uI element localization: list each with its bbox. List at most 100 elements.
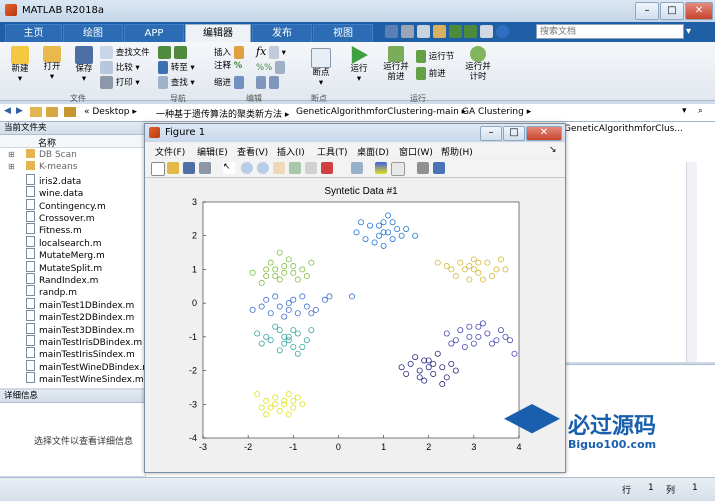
name-column-header[interactable]: 名称 — [0, 135, 145, 149]
file-list-item[interactable]: ⊞ DB Scan — [0, 149, 145, 161]
save-button[interactable]: 保存 ▾ — [70, 46, 98, 84]
indent-tools[interactable] — [256, 76, 296, 89]
menu-window[interactable]: 窗口(W) — [399, 145, 433, 158]
menu-tools[interactable]: 工具(T) — [317, 145, 348, 158]
compare-button[interactable]: 比较 ▾ — [100, 61, 152, 74]
copy-quick-icon[interactable] — [416, 25, 430, 38]
close-button[interactable]: ✕ — [685, 2, 713, 20]
edit-tools[interactable]: %% — [256, 61, 296, 74]
paste-quick-icon[interactable] — [432, 25, 446, 38]
root-folder-icon[interactable] — [64, 107, 76, 117]
file-list-item[interactable]: RandIndex.m — [0, 273, 145, 286]
file-list-item[interactable]: Fitness.m — [0, 223, 145, 236]
colorbar-icon[interactable] — [375, 162, 387, 174]
pan-icon[interactable] — [273, 162, 285, 174]
legend-icon[interactable] — [391, 162, 405, 176]
file-list-item[interactable]: ⊞ K-means — [0, 161, 145, 173]
show-plot-tools-icon[interactable] — [433, 162, 445, 174]
run-button[interactable]: 运行 ▾ — [344, 46, 374, 84]
run-time-button[interactable]: 运行并 计时 — [462, 46, 494, 82]
file-list-item[interactable]: MutateSplit.m — [0, 260, 145, 274]
menu-view[interactable]: 查看(V) — [237, 145, 268, 158]
advance-button[interactable]: 前进 — [416, 67, 464, 80]
redo-quick-icon[interactable] — [464, 25, 478, 38]
path-crumb-0[interactable]: « Desktop ▸ — [84, 107, 137, 117]
cut-quick-icon[interactable] — [400, 25, 414, 38]
insert-button[interactable]: 插入 — [214, 46, 254, 59]
search-docs-input[interactable] — [536, 24, 684, 39]
tab-editor[interactable]: 编辑器 — [185, 24, 251, 44]
tab-home[interactable]: 主页 — [5, 24, 62, 43]
switch-window-icon[interactable] — [480, 25, 494, 38]
browse-folder-icon[interactable] — [46, 107, 58, 117]
file-list-item[interactable]: mainTest1DBindex.m — [0, 297, 145, 311]
save-figure-icon[interactable] — [183, 162, 195, 174]
open-figure-icon[interactable] — [167, 162, 179, 174]
fx-button[interactable]: fx ▾ — [256, 46, 296, 59]
path-crumb-3[interactable]: GA Clustering ▸ — [462, 107, 531, 117]
menu-dock-icon[interactable]: ↘ — [549, 145, 557, 155]
file-list-item[interactable]: mainTestWineDBindex.m — [0, 359, 151, 373]
back-icon[interactable]: ◀ — [4, 106, 11, 116]
run-section-button[interactable]: 运行节 — [416, 50, 464, 63]
brush-icon[interactable] — [321, 162, 333, 174]
file-list-item[interactable]: mainTestWineSindex.m — [0, 372, 145, 385]
print-button[interactable]: 打印 ▾ — [100, 76, 152, 89]
tab-apps[interactable]: APP — [124, 24, 184, 43]
file-list-item[interactable]: MutateMerg.m — [0, 248, 145, 261]
expand-icon[interactable]: ⊞ — [8, 161, 18, 173]
path-crumb-2[interactable]: GeneticAlgorithmforClustering-main ▸ — [296, 107, 466, 117]
data-cursor-icon[interactable] — [305, 162, 317, 174]
tab-plots[interactable]: 绘图 — [63, 24, 123, 43]
nav-arrows[interactable] — [158, 46, 198, 59]
menu-help[interactable]: 帮助(H) — [441, 145, 473, 158]
menu-edit[interactable]: 编辑(E) — [197, 145, 228, 158]
address-search-icon[interactable]: ⌕ — [698, 106, 703, 116]
file-list-item[interactable]: Contingency.m — [0, 198, 145, 212]
goto-button[interactable]: 转至 ▾ — [158, 61, 198, 74]
file-list-item[interactable]: wine.data — [0, 186, 145, 199]
indent-button[interactable]: 缩进 — [214, 76, 254, 89]
comment-button[interactable]: 注释 % — [214, 61, 254, 71]
file-list-item[interactable]: mainTestIrisDBindex.m — [0, 335, 145, 348]
tab-view[interactable]: 视图 — [313, 24, 373, 43]
help-quick-icon[interactable] — [496, 25, 510, 38]
maximize-button[interactable]: □ — [660, 2, 684, 20]
print-figure-icon[interactable] — [199, 162, 211, 174]
file-list-item[interactable]: randp.m — [0, 285, 145, 298]
path-crumb-1[interactable]: 一种基于遗传算法的聚类新方法 ▸ — [156, 107, 289, 120]
forward-icon[interactable]: ▶ — [16, 106, 23, 116]
editor-tab[interactable]: GeneticAlgorithmforClus... — [564, 124, 714, 136]
minimize-button[interactable]: – — [635, 2, 659, 20]
file-list-item[interactable]: localsearch.m — [0, 235, 145, 249]
breakpoints-button[interactable]: 断点 ▾ — [306, 48, 336, 88]
pointer-icon[interactable]: ↖ — [223, 162, 235, 174]
find-button[interactable]: 查找 ▾ — [158, 76, 198, 89]
zoom-out-icon[interactable] — [257, 162, 269, 174]
menu-desktop[interactable]: 桌面(D) — [357, 145, 389, 158]
file-list-item[interactable]: mainTestIrisSindex.m — [0, 347, 145, 360]
hide-plot-tools-icon[interactable] — [417, 162, 429, 174]
up-folder-icon[interactable] — [30, 107, 42, 117]
figure-minimize-button[interactable]: – — [480, 126, 502, 141]
file-list-item[interactable]: mainTest3DBindex.m — [0, 322, 145, 336]
rotate-icon[interactable] — [289, 162, 301, 174]
address-dropdown-icon[interactable]: ▾ — [682, 106, 687, 116]
expand-icon[interactable]: ⊞ — [8, 149, 18, 161]
link-plot-icon[interactable] — [351, 162, 363, 174]
run-advance-button[interactable]: 运行并 前进 — [380, 46, 412, 82]
menu-file[interactable]: 文件(F) — [155, 145, 185, 158]
file-list-item[interactable]: Crossover.m — [0, 211, 145, 224]
new-figure-icon[interactable] — [151, 162, 165, 176]
zoom-in-icon[interactable] — [241, 162, 253, 174]
figure-close-button[interactable]: ✕ — [526, 126, 562, 141]
menu-insert[interactable]: 插入(I) — [277, 145, 305, 158]
new-button[interactable]: 新建 ▾ — [6, 46, 34, 84]
tab-publish[interactable]: 发布 — [252, 24, 312, 43]
save-quick-icon[interactable] — [385, 25, 398, 38]
file-list-item[interactable]: mainTest2DBindex.m — [0, 310, 145, 323]
editor-scrollbar[interactable] — [686, 162, 697, 362]
open-button[interactable]: 打开 ▾ — [38, 46, 66, 82]
filter-icon[interactable]: ▾ — [686, 26, 691, 37]
find-files-button[interactable]: 查找文件 — [100, 46, 152, 59]
